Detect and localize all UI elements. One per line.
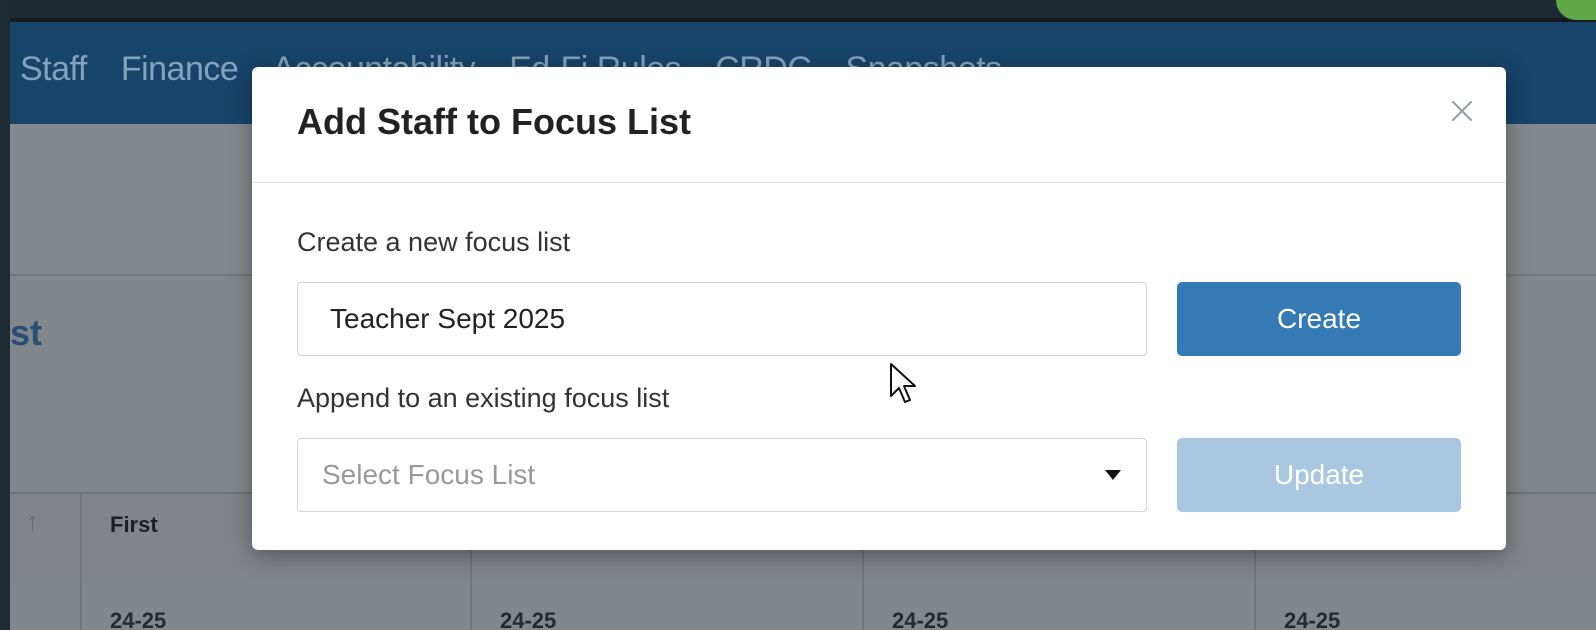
mouse-pointer-icon [890,363,916,403]
append-list-label: Append to an existing focus list [297,383,670,413]
modal-header: Add Staff to Focus List [252,67,1506,183]
update-button[interactable]: Update [1177,438,1461,512]
close-button[interactable] [1444,93,1480,129]
close-icon [1451,100,1473,122]
focus-list-select[interactable]: Select Focus List [297,438,1147,512]
create-list-label: Create a new focus list [297,227,571,257]
screen-bezel-left [0,0,10,630]
add-staff-focus-list-modal: Add Staff to Focus List Create a new foc… [252,67,1506,550]
select-placeholder: Select Focus List [322,459,536,490]
create-button[interactable]: Create [1177,282,1461,356]
chevron-down-icon [1104,469,1122,481]
new-focus-list-input[interactable] [297,282,1147,356]
screen-bezel-top [0,0,1596,22]
modal-title: Add Staff to Focus List [297,101,691,142]
